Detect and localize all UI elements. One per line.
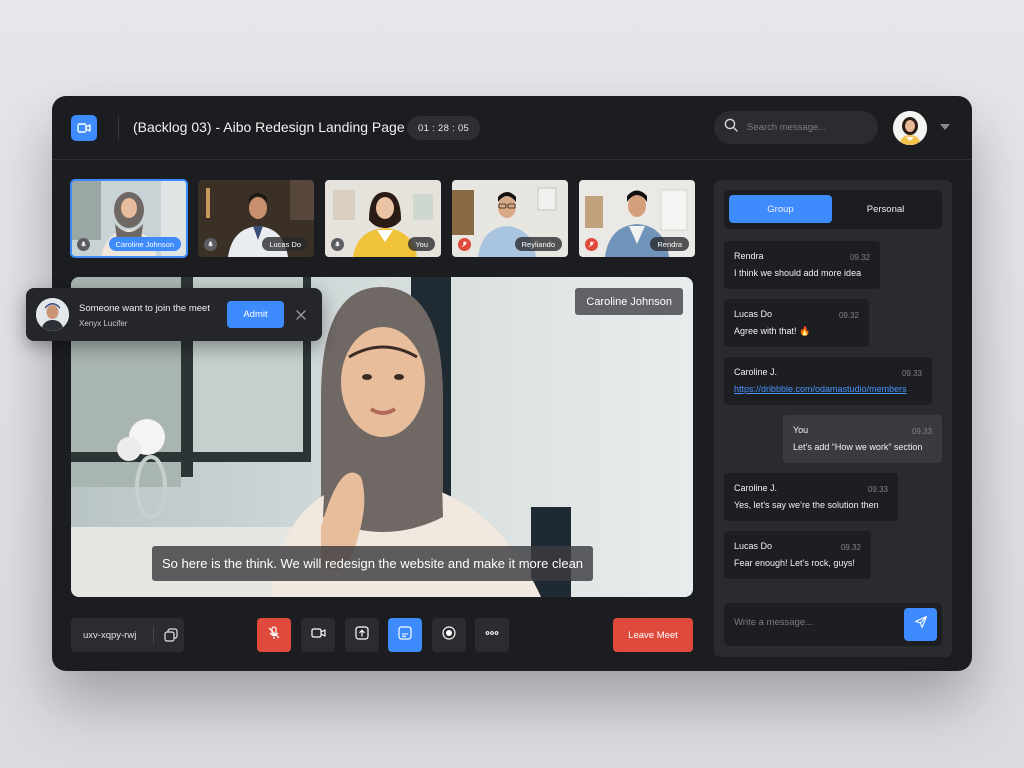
send-button[interactable] <box>904 608 937 641</box>
meeting-app-window: (Backlog 03) - Aibo Redesign Landing Pag… <box>26 96 972 671</box>
message-time: 09.32 <box>838 311 859 320</box>
message-time: 09.33 <box>867 485 888 494</box>
divider <box>118 116 119 140</box>
participant-name: Reyliando <box>514 237 562 251</box>
message-time: 09.33 <box>911 427 932 436</box>
message-time: 09.32 <box>840 543 861 552</box>
chat-panel: Group Personal Rendra 09.32 I think we s… <box>714 180 952 657</box>
participant-tile[interactable]: Caroline Johnson <box>70 179 188 258</box>
divider <box>153 626 154 644</box>
video-logo-icon <box>71 115 97 141</box>
participant-strip: Caroline Johnson Lucas Do You Reyliando … <box>70 179 695 258</box>
search-input[interactable] <box>747 122 867 133</box>
more-options-button[interactable] <box>475 618 509 652</box>
message-text: Fear enough! Let’s rock, guys! <box>734 558 855 568</box>
participant-name: Caroline Johnson <box>108 237 181 251</box>
user-avatar[interactable] <box>893 111 927 145</box>
chat-message: Rendra 09.32 I think we should add more … <box>724 241 880 289</box>
tab-group[interactable]: Group <box>729 195 832 223</box>
message-composer <box>724 603 942 646</box>
chat-message-own: You 09.33 Let’s add “How we work” sectio… <box>783 415 942 463</box>
message-text: Let’s add “How we work” section <box>793 442 923 452</box>
leave-meet-button[interactable]: Leave Meet <box>613 618 693 652</box>
microphone-icon <box>331 238 344 251</box>
message-time: 09.33 <box>901 369 922 378</box>
share-screen-icon <box>355 625 369 645</box>
call-controls: uxv-xqpy-rwj Leave Meet <box>71 618 693 652</box>
record-icon <box>442 625 456 645</box>
microphone-muted-icon <box>267 625 281 645</box>
chat-message: Caroline J. 09.33 https://dribbble.com/o… <box>724 357 932 405</box>
chevron-down-icon[interactable] <box>940 124 950 130</box>
join-request-toast: Someone want to join the meet Xenyx Luci… <box>26 288 322 341</box>
top-bar: (Backlog 03) - Aibo Redesign Landing Pag… <box>52 96 972 160</box>
search-box[interactable] <box>714 111 878 144</box>
requester-name: Xenyx Lucifer <box>79 319 128 328</box>
chat-message: Caroline J. 09.33 Yes, let’s say we’re t… <box>724 473 898 521</box>
send-icon <box>914 615 928 634</box>
toast-title: Someone want to join the meet <box>79 303 210 314</box>
close-icon[interactable] <box>295 308 307 320</box>
captions-button[interactable] <box>388 618 422 652</box>
chat-tabs: Group Personal <box>724 190 942 229</box>
participant-tile[interactable]: Rendra <box>579 180 695 257</box>
chat-message: Lucas Do 09.32 Fear enough! Let’s rock, … <box>724 531 871 579</box>
message-text: Agree with that! 🔥 <box>734 326 811 336</box>
live-caption: So here is the think. We will redesign t… <box>152 546 594 581</box>
more-horizontal-icon <box>485 626 499 645</box>
message-time: 09.32 <box>849 253 870 262</box>
share-screen-button[interactable] <box>345 618 379 652</box>
participant-tile[interactable]: Lucas Do <box>198 180 314 257</box>
admit-button[interactable]: Admit <box>227 301 284 328</box>
meeting-code: uxv-xqpy-rwj <box>83 629 137 641</box>
message-sender: Caroline J. <box>734 483 778 493</box>
microphone-icon <box>204 238 217 251</box>
message-text: I think we should add more idea <box>734 268 862 278</box>
video-camera-icon <box>310 626 326 644</box>
camera-button[interactable] <box>301 618 335 652</box>
participant-name: Lucas Do <box>262 237 308 251</box>
participant-tile[interactable]: You <box>325 180 441 257</box>
microphone-muted-icon <box>585 238 598 251</box>
microphone-muted-icon <box>458 238 471 251</box>
requester-avatar <box>36 298 69 331</box>
speaker-name-label: Caroline Johnson <box>575 288 683 315</box>
search-icon <box>724 118 738 137</box>
message-link[interactable]: https://dribbble.com/odamastudio/members <box>734 384 922 394</box>
participant-name: You <box>408 237 435 251</box>
participant-name: Rendra <box>650 237 689 251</box>
chat-message: Lucas Do 09.32 Agree with that! 🔥 <box>724 299 869 347</box>
message-sender: Caroline J. <box>734 367 778 377</box>
message-input[interactable] <box>734 617 894 628</box>
message-text: Yes, let’s say we’re the solution then <box>734 500 879 510</box>
meeting-timer: 01 : 28 : 05 <box>407 116 481 140</box>
record-button[interactable] <box>432 618 466 652</box>
participant-tile[interactable]: Reyliando <box>452 180 568 257</box>
mute-microphone-button[interactable] <box>257 618 291 652</box>
tab-personal[interactable]: Personal <box>834 195 937 223</box>
meeting-code-box: uxv-xqpy-rwj <box>71 618 184 652</box>
copy-icon[interactable] <box>164 628 178 642</box>
microphone-icon <box>77 238 90 251</box>
meeting-title: (Backlog 03) - Aibo Redesign Landing Pag… <box>133 119 405 135</box>
captions-icon <box>398 625 412 645</box>
